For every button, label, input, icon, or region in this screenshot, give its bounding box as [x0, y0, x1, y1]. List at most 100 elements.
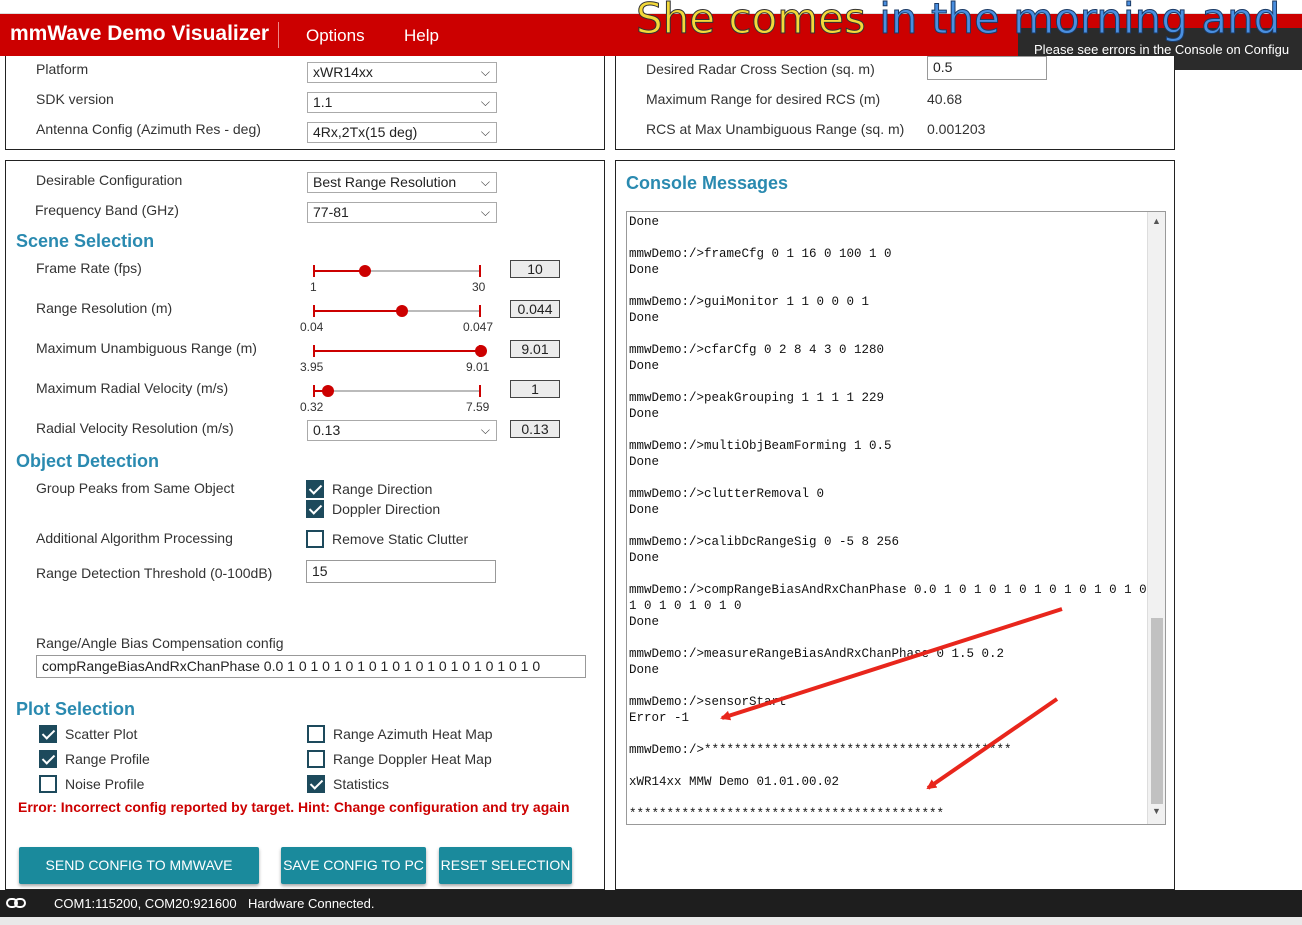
status-ports: COM1:115200, COM20:921600	[54, 896, 237, 911]
max-unambiguous-range-max: 9.01	[466, 360, 490, 374]
range-resolution-slider[interactable]	[313, 305, 481, 317]
scroll-down-arrow-icon[interactable]: ▼	[1148, 806, 1165, 822]
remove-clutter-checkbox[interactable]	[306, 530, 324, 548]
slider-min-tick	[313, 345, 315, 357]
frequency-band-value: 77-81	[313, 204, 349, 220]
velocity-resolution-select-value: 0.13	[313, 422, 341, 438]
antenna-select[interactable]: 4Rx,2Tx(15 deg) ⌵	[307, 122, 497, 143]
threshold-label: Range Detection Threshold (0-100dB)	[36, 565, 273, 581]
doppler-direction-checkbox[interactable]	[306, 500, 324, 518]
frame-rate-max: 30	[472, 280, 486, 294]
doppler-heat-map-checkbox[interactable]	[307, 750, 325, 768]
desirable-config-select[interactable]: Best Range Resolution ⌵	[307, 172, 497, 193]
range-direction-label: Range Direction	[332, 481, 433, 497]
platform-panel: Platform xWR14xx ⌵ SDK version 1.1 ⌵ Anten…	[5, 56, 605, 150]
console-heading: Console Messages	[626, 173, 789, 193]
console-line: Done	[629, 359, 660, 373]
rcs-panel: Desired Radar Cross Section (sq. m) 0.5 …	[615, 56, 1175, 150]
menu-help[interactable]: Help	[404, 26, 439, 46]
frequency-band-select[interactable]: 77-81 ⌵	[307, 202, 497, 223]
console-line: mmwDemo:/>sensorStart	[629, 695, 787, 709]
chevron-down-icon: ⌵	[480, 175, 490, 189]
console-line: mmwDemo:/>multiObjBeamForming 1 0.5	[629, 439, 892, 453]
console-line: Done	[629, 455, 660, 469]
plot-selection-heading: Plot Selection	[16, 699, 136, 719]
status-connection: Hardware Connected.	[248, 896, 375, 911]
console-line: Done	[629, 503, 660, 517]
chevron-down-icon: ⌵	[480, 125, 490, 139]
slider-knob[interactable]	[396, 305, 409, 317]
console-scrollbar[interactable]: ▲ ▼	[1147, 212, 1165, 824]
chevron-down-icon: ⌵	[480, 205, 490, 219]
console-line: Done	[629, 311, 660, 325]
console-line: ****************************************…	[629, 807, 945, 821]
console-line: Done	[629, 407, 660, 421]
velocity-resolution-label: Radial Velocity Resolution (m/s)	[36, 420, 234, 436]
chevron-down-icon: ⌵	[480, 65, 490, 79]
sdk-select[interactable]: 1.1 ⌵	[307, 92, 497, 113]
slider-fill	[313, 270, 366, 272]
console-line: Done	[629, 215, 660, 229]
app-title: mmWave Demo Visualizer	[10, 22, 270, 45]
max-range-rcs-label: Maximum Range for desired RCS (m)	[646, 91, 881, 107]
object-detection-heading: Object Detection	[16, 451, 160, 471]
page-bottom-strip	[0, 917, 1302, 925]
max-unambiguous-range-min: 3.95	[300, 360, 324, 374]
scatter-plot-label: Scatter Plot	[65, 726, 138, 742]
slider-knob[interactable]	[322, 385, 335, 397]
slider-knob[interactable]	[475, 345, 487, 357]
scroll-up-arrow-icon[interactable]: ▲	[1148, 216, 1165, 232]
status-bar: COM1:115200, COM20:921600 Hardware Conne…	[0, 890, 1302, 917]
reset-selection-button[interactable]: RESET SELECTION	[439, 847, 572, 884]
slider-knob[interactable]	[359, 265, 372, 277]
console-line: Done	[629, 551, 660, 565]
send-config-button[interactable]: SEND CONFIG TO MMWAVE DEVICE	[19, 847, 259, 910]
azimuth-heat-map-checkbox[interactable]	[307, 725, 325, 743]
frame-rate-slider[interactable]	[313, 265, 481, 277]
max-range-rcs-value: 40.68	[927, 91, 963, 107]
console-output[interactable]: Done mmwDemo:/>frameCfg 0 1 16 0 100 1 0 D…	[626, 211, 1166, 825]
link-icon[interactable]	[6, 895, 26, 911]
platform-value: xWR14xx	[313, 64, 373, 80]
max-radial-velocity-label: Maximum Radial Velocity (m/s)	[36, 380, 229, 396]
console-line: xWR14xx MMW Demo 01.01.00.02	[629, 775, 840, 789]
scrollbar-thumb[interactable]	[1151, 618, 1163, 804]
frame-rate-value: 10	[510, 260, 560, 278]
antenna-value: 4Rx,2Tx(15 deg)	[313, 124, 418, 140]
bias-compensation-input[interactable]: compRangeBiasAndRxChanPhase 0.0 1 0 1 0 …	[36, 655, 586, 678]
range-direction-checkbox[interactable]	[306, 480, 324, 498]
max-radial-velocity-slider[interactable]	[313, 385, 481, 397]
velocity-resolution-value: 0.13	[510, 420, 560, 438]
config-error-message: Error: Incorrect config reported by targ…	[18, 799, 570, 815]
desired-rcs-input[interactable]: 0.5	[927, 56, 1047, 80]
console-text: Done mmwDemo:/>frameCfg 0 1 16 0 100 1 0 D…	[629, 214, 1162, 822]
slider-track	[313, 390, 481, 392]
save-config-button[interactable]: SAVE CONFIG TO PC	[281, 847, 426, 884]
console-line: mmwDemo:/>guiMonitor 1 1 0 0 0 1	[629, 295, 870, 309]
velocity-resolution-select[interactable]: 0.13 ⌵	[307, 420, 497, 441]
range-resolution-label: Range Resolution (m)	[36, 300, 173, 316]
statistics-checkbox[interactable]	[307, 775, 325, 793]
additional-processing-label: Additional Algorithm Processing	[36, 530, 233, 546]
range-profile-label: Range Profile	[65, 751, 150, 767]
frame-rate-min: 1	[310, 280, 317, 294]
max-radial-velocity-value: 1	[510, 380, 560, 398]
range-profile-checkbox[interactable]	[39, 750, 57, 768]
threshold-input[interactable]: 15	[306, 560, 496, 583]
platform-select[interactable]: xWR14xx ⌵	[307, 62, 497, 83]
max-unambiguous-range-slider[interactable]	[313, 345, 487, 357]
remove-clutter-label: Remove Static Clutter	[332, 531, 469, 547]
noise-profile-checkbox[interactable]	[39, 775, 57, 793]
scatter-plot-checkbox[interactable]	[39, 725, 57, 743]
video-subtitle-overlay: She comes in the morning and	[635, 0, 1280, 44]
menu-options[interactable]: Options	[306, 26, 365, 46]
slider-max-tick	[479, 265, 481, 277]
statistics-label: Statistics	[333, 776, 390, 792]
